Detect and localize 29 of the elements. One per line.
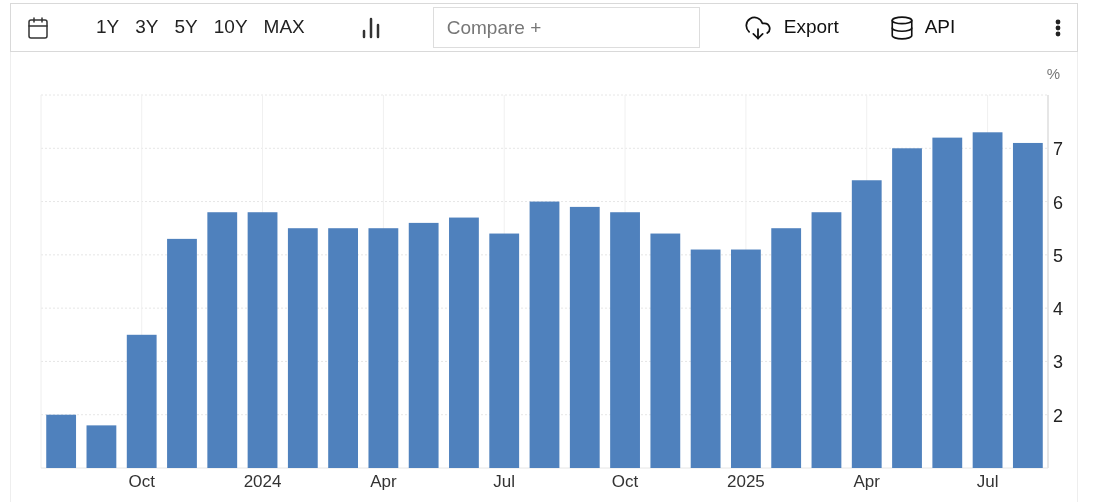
y-axis-label: 4 [1053, 299, 1063, 320]
x-axis-label: Jul [976, 472, 999, 491]
range-button[interactable]: 10Y [207, 13, 254, 42]
x-axis-label: 2025 [727, 472, 765, 491]
x-axis-label: Oct [611, 472, 639, 491]
x-axis-label: Apr [370, 472, 397, 491]
calendar-icon[interactable] [26, 15, 50, 40]
y-axis-label: 3 [1053, 352, 1063, 373]
unit-label: % [1046, 65, 1060, 82]
y-axis-label: 2 [1053, 405, 1063, 426]
bar [46, 414, 77, 468]
x-axis-label: Apr [853, 472, 880, 491]
range-button[interactable]: 3Y [129, 13, 165, 42]
x-axis-label: Oct [128, 472, 155, 491]
database-icon [888, 14, 915, 41]
y-axis-label: 6 [1053, 192, 1063, 213]
range-button[interactable]: 5Y [168, 13, 204, 42]
y-axis-label: 7 [1053, 139, 1063, 160]
range-button[interactable]: 1Y [90, 13, 126, 42]
x-axis-label: Jul [493, 472, 516, 491]
y-axis-label: 5 [1053, 245, 1063, 266]
compare-field[interactable]: Compare + [432, 7, 700, 48]
more-vertical-icon [1055, 18, 1061, 37]
range-button[interactable]: MAX [257, 13, 311, 42]
x-axis-label: 2024 [243, 472, 282, 491]
more-button[interactable] [1055, 18, 1061, 37]
api-button[interactable]: API [888, 13, 956, 42]
export-button[interactable]: Export [741, 13, 839, 42]
bar [86, 425, 117, 468]
